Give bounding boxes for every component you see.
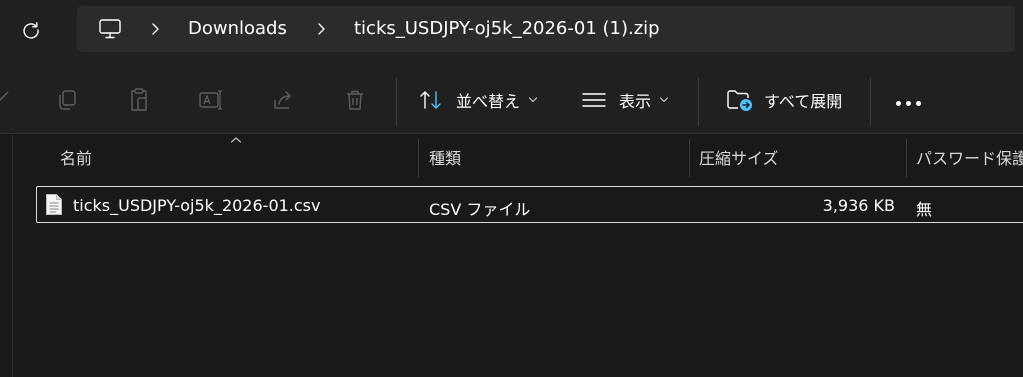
extract-all-button[interactable]: すべて展開 [726, 82, 842, 118]
address-bar-row: Downloads ticks_USDJPY-oj5k_2026-01 (1).… [0, 0, 1023, 62]
column-header-type[interactable]: 種類 [419, 135, 689, 179]
breadcrumb-chevron-2[interactable] [313, 19, 329, 39]
chevron-down-icon [528, 97, 538, 103]
copy-button[interactable] [53, 86, 81, 114]
chevron-right-icon [152, 23, 159, 35]
column-header-name[interactable]: 名前 [50, 135, 418, 179]
address-box[interactable]: Downloads ticks_USDJPY-oj5k_2026-01 (1).… [77, 6, 1015, 52]
share-button[interactable] [269, 86, 297, 114]
sort-arrows-icon [420, 91, 441, 109]
file-password-protected: 無 [916, 200, 933, 219]
breadcrumb-zip-file[interactable]: ticks_USDJPY-oj5k_2026-01 (1).zip [354, 18, 660, 40]
monitor-icon [99, 19, 121, 39]
view-label: 表示 [619, 92, 652, 111]
more-dot [905, 100, 911, 106]
command-bar: 並べ替え 表示 すべて展開 [0, 62, 1023, 134]
more-dot [915, 100, 921, 106]
delete-button[interactable] [341, 86, 369, 114]
trash-icon [347, 90, 363, 110]
view-button[interactable]: 表示 [581, 82, 669, 118]
toolbar-separator [396, 78, 397, 126]
cut-button[interactable] [0, 86, 14, 114]
breadcrumb-downloads[interactable]: Downloads [188, 18, 287, 40]
navigation-pane-edge [0, 135, 13, 377]
file-compressed-size: 3,936 KB [822, 196, 895, 215]
sort-label: 並べ替え [456, 92, 521, 111]
rename-icon [199, 90, 222, 110]
chevron-right-icon [318, 23, 325, 35]
column-header-password-protected[interactable]: パスワード保護 [906, 135, 1023, 179]
extract-all-label: すべて展開 [764, 92, 843, 111]
paste-button[interactable] [125, 86, 153, 114]
this-pc-crumb[interactable] [97, 17, 123, 41]
file-name: ticks_USDJPY-oj5k_2026-01.csv [73, 196, 321, 215]
share-icon [274, 91, 291, 109]
file-type: CSV ファイル [429, 200, 531, 219]
scissors-icon [0, 91, 9, 101]
text-file-icon [46, 194, 62, 215]
toolbar-separator [698, 78, 699, 126]
file-list: 名前 種類 圧縮サイズ パスワード保護 ticks_USDJPY-oj5k_20… [0, 135, 1023, 377]
toolbar-separator [870, 78, 871, 126]
clipboard-icon [131, 88, 147, 111]
more-dot [895, 100, 901, 106]
folder-extract-icon [727, 90, 752, 111]
refresh-icon [23, 22, 39, 39]
refresh-button[interactable] [12, 12, 50, 48]
column-header-compressed-size[interactable]: 圧縮サイズ [689, 135, 906, 179]
chevron-down-icon [659, 97, 669, 103]
list-view-icon [582, 93, 606, 107]
copy-icon [59, 90, 76, 110]
breadcrumb-chevron-1[interactable] [147, 19, 163, 39]
rename-button[interactable] [197, 86, 225, 114]
more-options-button[interactable] [886, 88, 930, 118]
file-row[interactable]: ticks_USDJPY-oj5k_2026-01.csv CSV ファイル 3… [36, 186, 1023, 223]
sort-button[interactable]: 並べ替え [418, 82, 538, 118]
